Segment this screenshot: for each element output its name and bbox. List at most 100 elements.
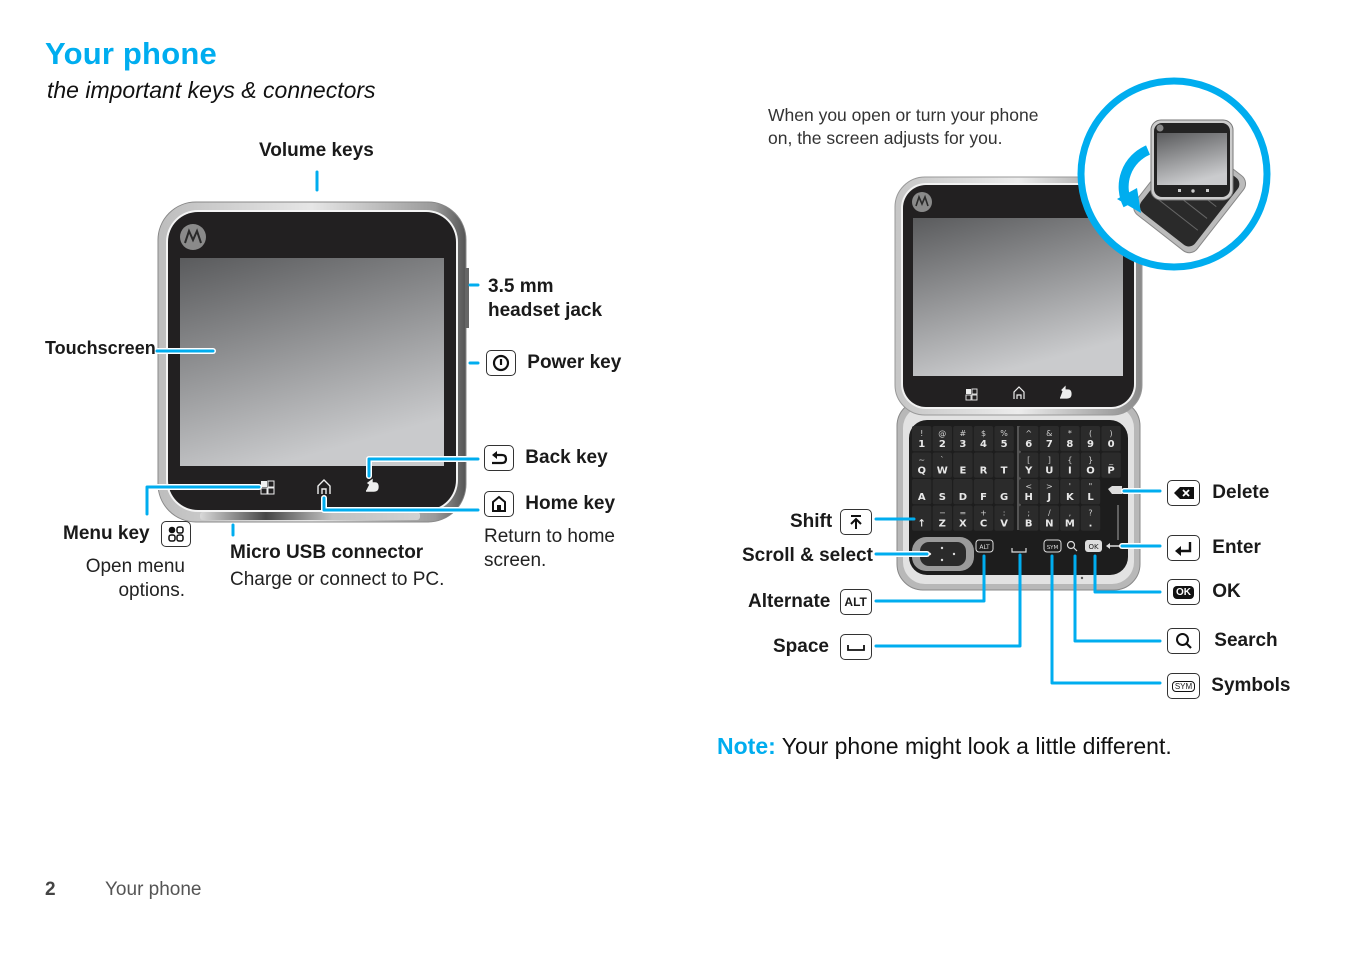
space-label: Space <box>773 636 829 658</box>
keyboard-key-char: P <box>1107 466 1114 477</box>
keyboard-key-char: E <box>959 466 966 477</box>
keyboard-key-alt-char: * <box>1068 429 1072 438</box>
keyboard-key-char: 7 <box>1046 439 1053 450</box>
keyboard-key-alt-char: + <box>980 509 987 518</box>
search-label-row: Search <box>1167 628 1278 654</box>
ok-key-glyph-text: OK <box>1173 585 1194 599</box>
page-number: 2 <box>45 879 56 900</box>
shift-label-row: Shift <box>790 509 872 535</box>
keyboard-key-char: C <box>980 519 987 530</box>
keyboard-key-alt-char: ] <box>1048 456 1051 465</box>
delete-label: Delete <box>1212 482 1270 504</box>
note-prefix: Note: <box>717 733 776 759</box>
keyboard-key-char: T <box>1001 466 1008 477</box>
keyboard-key-alt-char: [ <box>1027 456 1030 465</box>
alternate-label-row: Alternate ALT <box>748 589 872 615</box>
shift-label: Shift <box>790 511 833 533</box>
symbols-label: Symbols <box>1211 675 1291 697</box>
enter-key-glyph-icon <box>1167 535 1200 561</box>
keyboard-key-char: A <box>918 492 926 503</box>
search-label: Search <box>1214 630 1278 652</box>
keyboard-key-alt-char: " <box>1089 482 1093 491</box>
keyboard-key-char: K <box>1066 492 1075 503</box>
keyboard-key-alt-char: / <box>1048 509 1051 518</box>
keyboard-key-char: S <box>939 492 946 503</box>
keyboard-key-alt-char: ~ <box>918 456 925 465</box>
space-key-glyph-icon <box>840 634 873 660</box>
keyboard-key-alt-char: @ <box>938 429 946 438</box>
keyboard-key-char: I <box>1068 466 1072 477</box>
keyboard-key-char: W <box>937 466 948 477</box>
keyboard-key-char: H <box>1025 492 1033 503</box>
keyboard-key-alt-char: = <box>960 509 967 518</box>
keyboard-key-alt-char: > <box>1046 482 1053 491</box>
delete-label-row: Delete <box>1167 480 1269 506</box>
keyboard-key-char: 8 <box>1066 439 1073 450</box>
alternate-label: Alternate <box>748 591 831 613</box>
keyboard-key-char: O <box>1086 466 1095 477</box>
keyboard-key-alt-char: ? <box>1088 509 1092 518</box>
keyboard-key-char: J <box>1046 492 1051 503</box>
keyboard-key-char: B <box>1025 519 1033 530</box>
keyboard-key-alt-char: ! <box>920 429 923 438</box>
keyboard-key-alt-char: $ <box>981 429 986 438</box>
note-text: Your phone might look a little different… <box>775 733 1172 759</box>
keyboard-key-char: L <box>1087 492 1094 503</box>
keyboard-key-char: 5 <box>1001 439 1008 450</box>
shift-key-glyph-icon <box>839 509 872 535</box>
keyboard-key-alt-char: { <box>1067 456 1072 465</box>
keyboard-key-char: . <box>1089 519 1093 530</box>
keyboard-key-char: 3 <box>959 439 966 450</box>
symbols-label-row: SYM Symbols <box>1167 673 1290 699</box>
keyboard-key-char: M <box>1065 519 1075 530</box>
keyboard-key-alt-char: ( <box>1089 429 1092 438</box>
keyboard-key-char: R <box>980 466 988 477</box>
keyboard-key-alt-char: < <box>1025 482 1032 491</box>
keyboard-key-alt-char: ` <box>940 455 944 465</box>
sym-key-glyph-icon: SYM <box>1167 673 1200 699</box>
keyboard-key-alt-char: ' <box>1069 482 1071 491</box>
keyboard-key-char: 2 <box>939 439 946 450</box>
delete-key-glyph-icon <box>1167 480 1200 506</box>
keyboard-key-char: 4 <box>980 439 987 450</box>
enter-label: Enter <box>1212 537 1261 559</box>
keyboard-key-alt-char: : <box>1003 509 1006 518</box>
alt-key-glyph-icon: ALT <box>839 589 872 615</box>
keyboard-key-alt-char: ^ <box>1025 429 1032 438</box>
keyboard-key-alt-char: } <box>1088 456 1093 465</box>
alt-key-glyph: ALT <box>979 544 990 551</box>
keyboard-key-alt-char: & <box>1046 429 1052 438</box>
keyboard-key-char: 6 <box>1025 439 1032 450</box>
space-label-row: Space <box>773 634 873 660</box>
keyboard-key-char: 1 <box>918 439 925 450</box>
keyboard-key-char: D <box>959 492 967 503</box>
keyboard-key-alt-char: % <box>1000 429 1008 438</box>
keyboard-key-char: V <box>1000 519 1008 530</box>
keyboard-key-char: N <box>1045 519 1053 530</box>
ok-key-glyph-icon: OK <box>1167 579 1200 605</box>
keyboard-phone-diagram: !1@2#3$4%5^6&7*8(9)0~Q`W E R T[Y]U{I}O_PA S D… <box>873 77 1271 685</box>
keyboard-key-alt-char: , <box>1069 509 1072 518</box>
ok-key-glyph: OK <box>1088 543 1099 551</box>
search-key-glyph-icon <box>1167 628 1200 654</box>
footer-section-title: Your phone <box>105 879 202 900</box>
keyboard-key-char: 9 <box>1087 439 1094 450</box>
keyboard-key-char: X <box>959 519 967 530</box>
note: Note: Your phone might look a little dif… <box>717 733 1172 760</box>
keyboard-key-alt-char: # <box>960 429 967 438</box>
keyboard-key-char: Q <box>917 466 926 477</box>
rotation-inset <box>1077 77 1271 271</box>
keyboard-key-char: G <box>1000 492 1008 503</box>
keyboard-key-char: Z <box>939 519 946 530</box>
keyboard-key-char: ↑ <box>918 519 926 530</box>
enter-label-row: Enter <box>1167 535 1261 561</box>
keyboard-key-char: F <box>980 492 987 503</box>
scroll-select-label: Scroll & select <box>742 545 873 566</box>
sym-key-glyph-text: SYM <box>1171 680 1196 692</box>
ok-label-row: OK OK <box>1167 579 1241 605</box>
ok-label: OK <box>1212 581 1241 603</box>
keyboard-key-char: U <box>1045 466 1053 477</box>
keyboard-key-char: 0 <box>1108 439 1115 450</box>
keyboard-key-alt-char: − <box>939 509 946 518</box>
keyboard-key-alt-char: ) <box>1110 429 1113 438</box>
